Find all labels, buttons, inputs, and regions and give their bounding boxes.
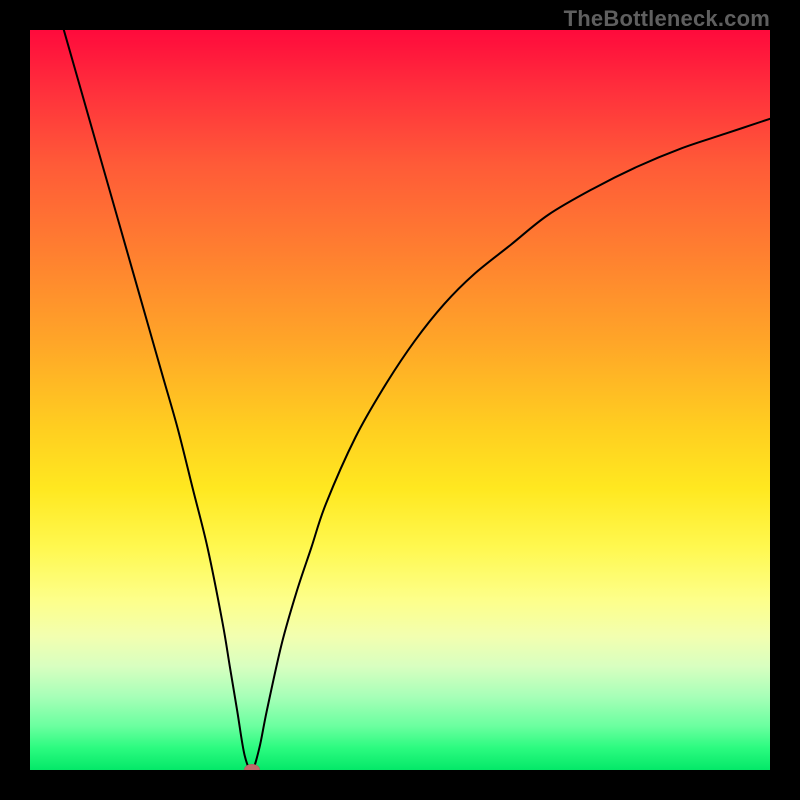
plot-area	[30, 30, 770, 770]
chart-frame: TheBottleneck.com	[0, 0, 800, 800]
curve-svg	[30, 30, 770, 770]
minimum-marker	[244, 764, 260, 770]
bottleneck-curve-path	[60, 30, 770, 770]
watermark-text: TheBottleneck.com	[564, 6, 770, 32]
